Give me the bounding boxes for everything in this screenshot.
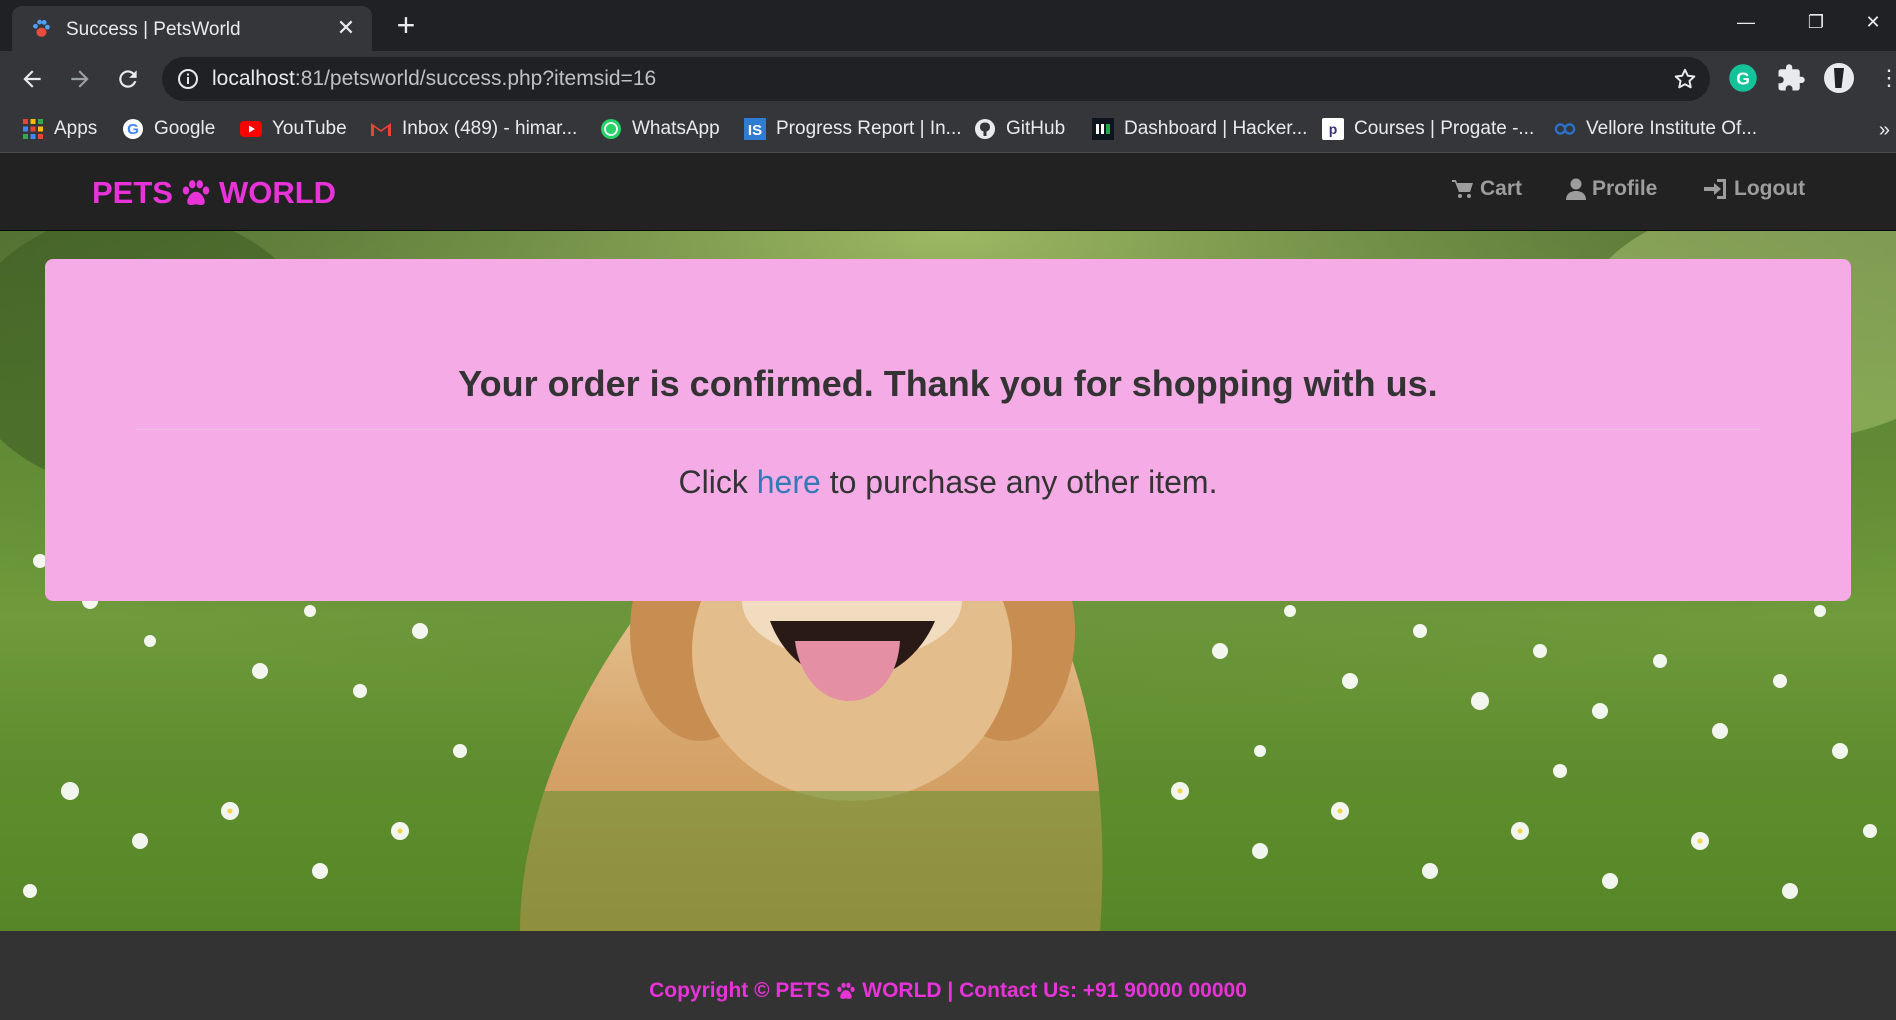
url-host: localhost: [212, 67, 295, 90]
github-icon: [974, 118, 996, 140]
extensions-puzzle-icon[interactable]: [1776, 63, 1806, 93]
confirmation-heading: Your order is confirmed. Thank you for s…: [458, 363, 1438, 404]
window-close-icon[interactable]: ✕: [1850, 4, 1896, 40]
paw-icon: [182, 180, 210, 205]
back-icon[interactable]: [12, 59, 52, 99]
whatsapp-icon: [600, 118, 622, 140]
brand-left-text: PETS: [92, 175, 173, 210]
cart-label: Cart: [1480, 177, 1523, 200]
bookmark-github[interactable]: GitHub: [974, 114, 1065, 144]
bookmark-label: WhatsApp: [632, 118, 720, 139]
site-brand[interactable]: PETS WORLD: [92, 175, 336, 211]
svg-text:p: p: [1329, 121, 1338, 137]
bookmark-gmail[interactable]: Inbox (489) - himar...: [370, 114, 577, 144]
bookmark-label: GitHub: [1006, 118, 1066, 139]
bookmark-label: Dashboard | Hacker...: [1124, 118, 1308, 139]
bookmark-whatsapp[interactable]: WhatsApp: [600, 114, 720, 144]
bookmark-label: Courses | Progate -...: [1354, 118, 1535, 139]
browser-menu-icon[interactable]: ⋮: [1878, 63, 1896, 93]
paw-favicon-icon: [33, 19, 50, 37]
bookmark-label: Apps: [54, 118, 98, 139]
bookmark-label: YouTube: [272, 118, 347, 139]
log-in-icon: [1704, 179, 1726, 199]
text-before: Click: [678, 464, 757, 500]
profile-label: Profile: [1592, 177, 1658, 200]
browser-tabstrip: Success | PetsWorld ✕ + — ❐ ✕: [0, 0, 1896, 51]
youtube-icon: [240, 118, 262, 140]
brand-right-text: WORLD: [218, 175, 337, 210]
restore-icon[interactable]: ❐: [1786, 4, 1846, 40]
bookmark-label: Progress Report | In...: [776, 118, 962, 139]
coursera-icon: [1554, 118, 1576, 140]
tab-title: Success | PetsWorld: [66, 19, 241, 40]
purchase-more-text: Click here to purchase any other item.: [45, 464, 1851, 501]
url-path: :81/petsworld/success.php?itemsid=16: [294, 67, 657, 90]
reload-icon[interactable]: [108, 59, 148, 99]
grammarly-icon[interactable]: G: [1728, 63, 1758, 93]
bookmark-star-icon[interactable]: [1672, 66, 1698, 92]
bookmark-google[interactable]: G Google: [122, 114, 215, 144]
svg-text:G: G: [1736, 68, 1750, 88]
cart-icon: [1452, 180, 1473, 198]
gmail-icon: [370, 118, 392, 140]
site-footer: Copyright © PETS WORLD | Contact Us: +91…: [0, 931, 1896, 1020]
svg-text:IS: IS: [748, 122, 762, 139]
hackerrank-icon: [1092, 118, 1114, 140]
order-confirmation-panel: Your order is confirmed. Thank you for s…: [45, 259, 1851, 601]
footer-text: Copyright © PETS WORLD | Contact Us: +91…: [0, 979, 1896, 1003]
logout-label: Logout: [1734, 177, 1806, 200]
profile-avatar-icon[interactable]: [1824, 63, 1854, 93]
tab-close-icon[interactable]: ✕: [334, 16, 358, 40]
more-bookmarks-icon[interactable]: »: [1879, 119, 1890, 142]
divider: [135, 429, 1761, 430]
browser-toolbar: localhost:81/petsworld/success.php?items…: [0, 51, 1896, 107]
bookmarks-bar: Apps G Google YouTube Inbox (489) - hima…: [0, 107, 1896, 153]
here-link[interactable]: here: [757, 464, 821, 500]
nav-cart-link[interactable]: Cart: [1452, 177, 1522, 201]
page-viewport: PETS WORLD Cart Profile Logout Your orde…: [0, 153, 1896, 1020]
bookmark-progress-report[interactable]: IS Progress Report | In...: [744, 114, 962, 144]
apps-grid-icon: [22, 118, 44, 140]
bookmark-label: Vellore Institute Of...: [1586, 118, 1758, 139]
text-after: to purchase any other item.: [820, 464, 1218, 500]
is-icon: IS: [744, 118, 766, 140]
url-text[interactable]: localhost:81/petsworld/success.php?items…: [212, 67, 656, 91]
footer-prefix: Copyright © PETS: [649, 979, 831, 1002]
footer-suffix: WORLD | Contact Us: +91 90000 00000: [862, 979, 1247, 1002]
user-icon: [1566, 178, 1586, 200]
bookmark-vit[interactable]: Vellore Institute Of...: [1554, 114, 1757, 144]
minimize-icon[interactable]: —: [1716, 4, 1776, 40]
new-tab-icon[interactable]: +: [390, 9, 422, 42]
bookmark-label: Google: [154, 118, 216, 139]
bookmark-label: Inbox (489) - himar...: [402, 118, 578, 139]
bookmark-youtube[interactable]: YouTube: [240, 114, 347, 144]
address-bar[interactable]: localhost:81/petsworld/success.php?items…: [162, 57, 1710, 101]
forward-icon[interactable]: [60, 59, 100, 99]
nav-logout-link[interactable]: Logout: [1704, 177, 1805, 201]
google-icon: G: [122, 118, 144, 140]
bookmark-apps[interactable]: Apps: [22, 114, 97, 144]
browser-tab[interactable]: Success | PetsWorld ✕: [12, 6, 372, 51]
paw-icon: [837, 982, 855, 999]
hero-background: Your order is confirmed. Thank you for s…: [0, 231, 1896, 931]
site-navbar: PETS WORLD Cart Profile Logout: [0, 153, 1896, 231]
bookmark-progate[interactable]: p Courses | Progate -...: [1322, 114, 1534, 144]
svg-text:G: G: [127, 121, 139, 138]
site-info-icon[interactable]: [176, 67, 200, 91]
bookmark-hackerrank[interactable]: Dashboard | Hacker...: [1092, 114, 1307, 144]
nav-profile-link[interactable]: Profile: [1566, 177, 1657, 201]
progate-icon: p: [1322, 118, 1344, 140]
